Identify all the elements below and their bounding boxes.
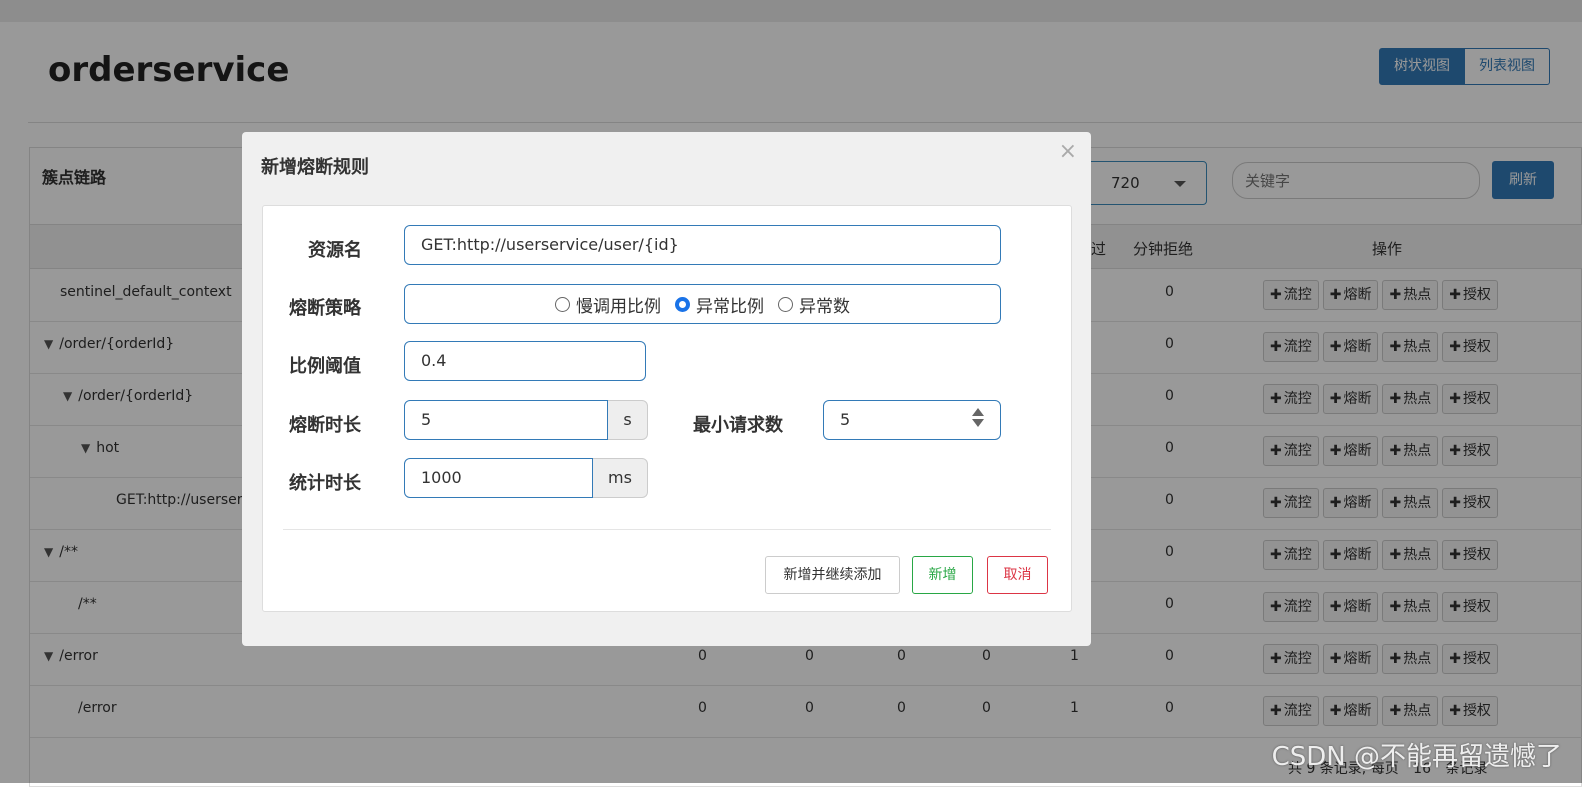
radio-label: 慢调用比例: [576, 296, 661, 317]
stat-interval-label: 统计时长: [289, 473, 361, 494]
duration-unit: s: [608, 400, 648, 440]
add-button[interactable]: 新增: [912, 556, 973, 594]
radio-button[interactable]: [555, 296, 570, 312]
watermark: CSDN @不能再留遗憾了: [1271, 742, 1562, 772]
radio-button-checked[interactable]: [675, 296, 690, 312]
modal-title: 新增熔断规则: [261, 157, 369, 178]
strategy-label: 熔断策略: [289, 298, 361, 319]
duration-input[interactable]: 5: [404, 400, 608, 440]
stat-interval-unit: ms: [593, 458, 648, 498]
duration-label: 熔断时长: [289, 415, 361, 436]
min-request-value: 5: [840, 410, 851, 429]
divider: [283, 529, 1051, 530]
strategy-radio-group: 慢调用比例 异常比例 异常数: [404, 284, 1001, 324]
radio-slow-ratio[interactable]: 慢调用比例: [555, 292, 661, 317]
radio-button[interactable]: [778, 296, 793, 312]
stat-interval-input[interactable]: 1000: [404, 458, 593, 498]
ratio-label: 比例阈值: [289, 356, 361, 377]
min-request-stepper[interactable]: 5: [823, 400, 1001, 440]
resource-input[interactable]: GET:http://userservice/user/{id}: [404, 225, 1001, 265]
cancel-button[interactable]: 取消: [987, 556, 1048, 594]
degrade-rule-modal: 新增熔断规则 × 资源名 GET:http://userservice/user…: [242, 132, 1091, 646]
min-request-label: 最小请求数: [693, 415, 783, 436]
ratio-input[interactable]: 0.4: [404, 341, 646, 381]
radio-label: 异常数: [799, 296, 850, 317]
radio-label: 异常比例: [696, 296, 764, 317]
resource-label: 资源名: [308, 240, 362, 261]
radio-error-ratio[interactable]: 异常比例: [675, 292, 764, 317]
stepper-arrows-icon[interactable]: [972, 408, 984, 427]
modal-body: 资源名 GET:http://userservice/user/{id} 熔断策…: [262, 205, 1072, 612]
close-icon[interactable]: ×: [1059, 139, 1077, 164]
add-and-continue-button[interactable]: 新增并继续添加: [765, 556, 900, 594]
radio-error-count[interactable]: 异常数: [778, 292, 850, 317]
